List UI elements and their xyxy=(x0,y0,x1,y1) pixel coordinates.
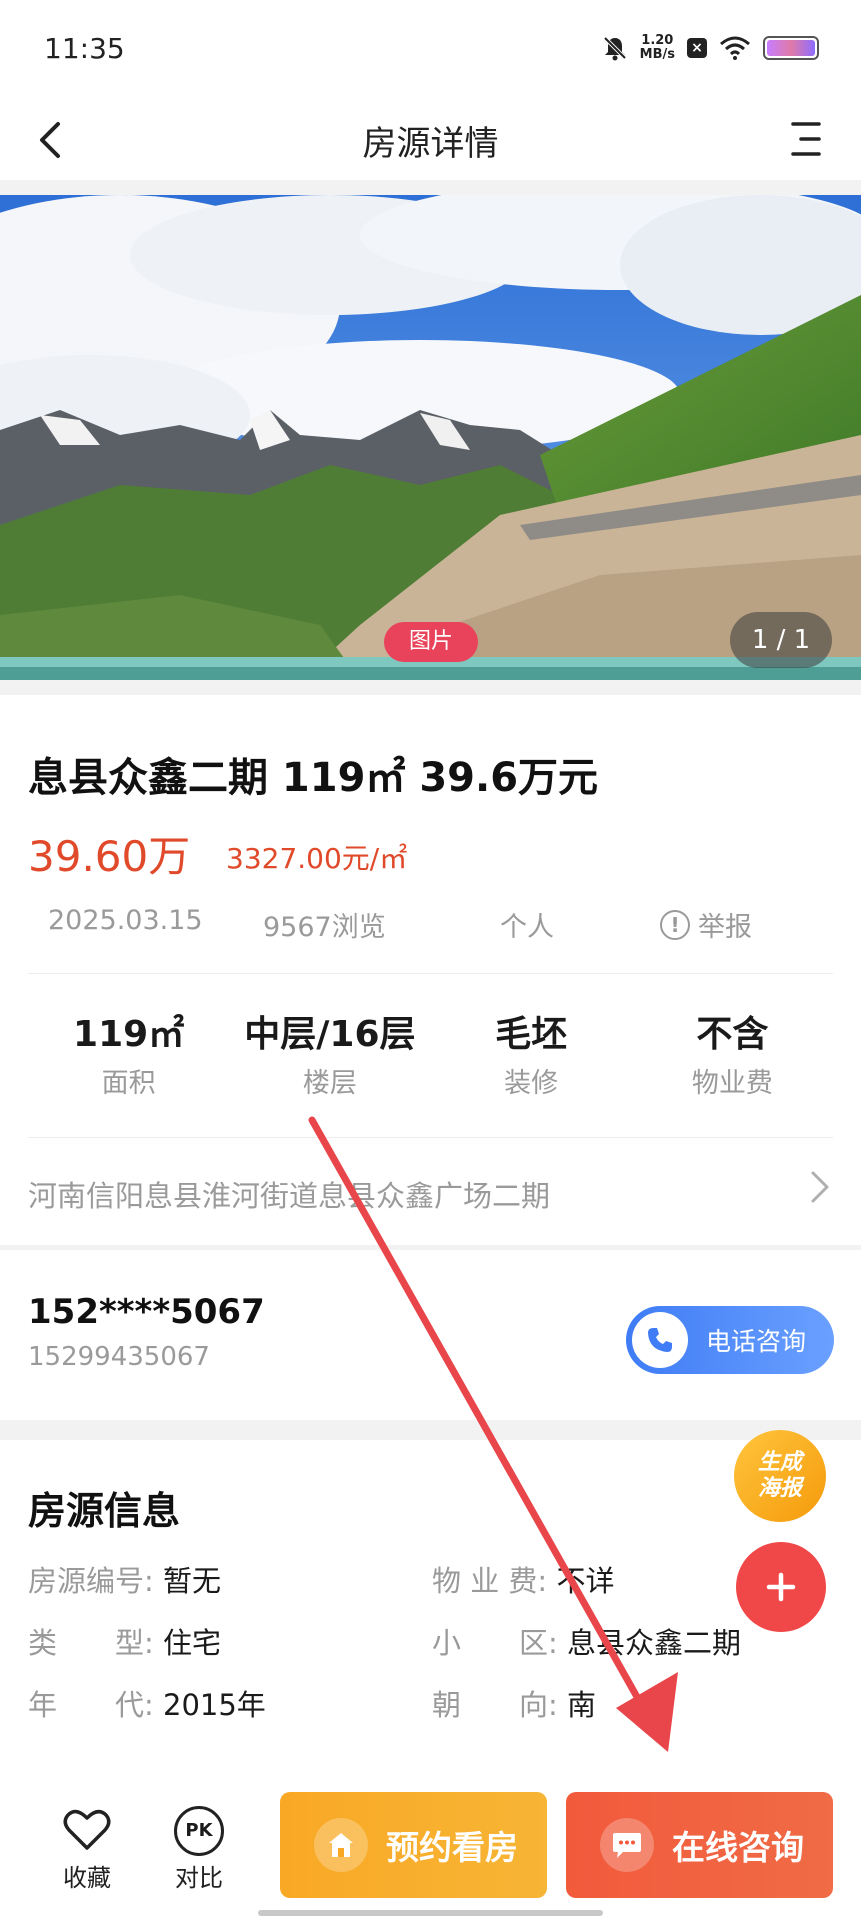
sim-off-icon: × xyxy=(687,38,707,58)
info-value: 暂无 xyxy=(163,1564,222,1598)
info-key: 房源编号: xyxy=(28,1564,154,1598)
spec-label: 楼层 xyxy=(302,1068,357,1099)
generate-poster-button[interactable]: 生成 海报 xyxy=(734,1430,826,1522)
contact-card: 152****5067 15299435067 电话咨询 xyxy=(0,1250,861,1420)
spec-area: 119㎡ 面积 xyxy=(28,1005,229,1105)
poster-label-line1: 生成 xyxy=(757,1450,802,1475)
unit-price: 3327.00元/㎡ xyxy=(226,842,408,875)
view-count: 9567浏览 xyxy=(263,912,386,943)
post-date: 2025.03.15 xyxy=(48,905,203,936)
report-label: 举报 xyxy=(698,912,752,943)
spec-row: 119㎡ 面积 中层/16层 楼层 毛坯 装修 不含 物业费 xyxy=(28,1005,833,1105)
compare-button[interactable]: PK 对比 xyxy=(164,1806,234,1893)
status-icons: 1.20 MB/s × xyxy=(602,34,819,62)
network-speed-value: 1.20 xyxy=(641,33,674,48)
chat-bubble-icon xyxy=(600,1818,654,1872)
info-key: 类 型: xyxy=(28,1626,154,1660)
battery-icon xyxy=(763,36,819,60)
info-key: 年 代: xyxy=(28,1688,154,1722)
status-time: 11:35 xyxy=(44,32,125,65)
favorite-button[interactable]: 收藏 xyxy=(52,1806,122,1893)
divider xyxy=(28,1137,833,1138)
page-title: 房源详情 xyxy=(362,124,499,164)
spec-label: 物业费 xyxy=(691,1068,773,1099)
online-consult-label: 在线咨询 xyxy=(672,1828,804,1867)
owner-type: 个人 xyxy=(500,912,554,943)
mountain-landscape-image xyxy=(0,195,861,680)
mute-bell-icon xyxy=(603,36,627,61)
property-info-card: 房源信息 房源编号: 暂无 物 业 费: 不详 类 型: 住宅 小 区: 息县众… xyxy=(0,1440,861,1780)
info-value: 南 xyxy=(567,1688,597,1722)
listing-summary-card: 息县众鑫二期 119㎡ 39.6万元 39.60万 3327.00元/㎡ 202… xyxy=(0,695,861,1245)
info-key: 小 区: xyxy=(432,1626,558,1660)
bottom-action-bar: 收藏 PK 对比 预约看房 在线咨询 xyxy=(0,1780,861,1920)
wifi-icon xyxy=(720,36,750,60)
info-item: 年 代: 2015年 xyxy=(28,1682,266,1724)
compare-label: 对比 xyxy=(175,1864,223,1892)
online-consult-button[interactable]: 在线咨询 xyxy=(566,1792,833,1898)
spec-label: 装修 xyxy=(504,1068,559,1099)
chevron-right-icon[interactable] xyxy=(805,1165,835,1209)
listing-meta: 2025.03.15 9567浏览 个人 ! 举报 xyxy=(28,905,833,961)
favorite-label: 收藏 xyxy=(63,1864,111,1892)
info-item: 朝 向: 南 xyxy=(432,1682,596,1724)
info-key: 朝 向: xyxy=(432,1688,558,1722)
spec-value: 119㎡ xyxy=(73,1014,185,1055)
info-value: 住宅 xyxy=(163,1626,222,1660)
spec-floor: 中层/16层 楼层 xyxy=(229,1005,430,1105)
info-item: 物 业 费: 不详 xyxy=(432,1558,614,1600)
divider xyxy=(28,973,833,974)
call-button-label: 电话咨询 xyxy=(706,1327,807,1356)
book-viewing-label: 预约看房 xyxy=(386,1828,518,1867)
call-button[interactable]: 电话咨询 xyxy=(626,1306,834,1374)
info-value: 不详 xyxy=(556,1564,615,1598)
section-title: 房源信息 xyxy=(28,1489,181,1533)
spec-decoration: 毛坯 装修 xyxy=(431,1005,632,1105)
info-key: 物 业 费: xyxy=(432,1564,548,1598)
total-price: 39.60万 xyxy=(28,832,191,881)
status-bar: 11:35 1.20 MB/s × xyxy=(0,0,861,100)
property-photo[interactable] xyxy=(0,195,861,680)
spec-value: 毛坯 xyxy=(495,1014,568,1055)
report-button[interactable]: ! 举报 xyxy=(660,905,752,944)
spec-property-fee: 不含 物业费 xyxy=(632,1005,833,1105)
listing-title: 息县众鑫二期 119㎡ 39.6万元 xyxy=(28,755,599,801)
full-phone[interactable]: 15299435067 xyxy=(28,1342,210,1372)
add-button[interactable] xyxy=(736,1542,826,1632)
spec-value: 不含 xyxy=(696,1014,769,1055)
info-item: 小 区: 息县众鑫二期 xyxy=(432,1620,741,1662)
poster-label-line2: 海报 xyxy=(757,1476,802,1501)
info-item: 房源编号: 暂无 xyxy=(28,1558,221,1600)
masked-phone: 152****5067 xyxy=(28,1292,265,1332)
home-indicator xyxy=(258,1910,603,1916)
menu-icon[interactable] xyxy=(777,110,837,170)
report-icon: ! xyxy=(660,909,690,940)
heart-icon xyxy=(63,1809,111,1850)
photo-counter: 1 / 1 xyxy=(730,612,832,668)
spec-value: 中层/16层 xyxy=(244,1014,416,1055)
plus-icon xyxy=(766,1572,796,1602)
info-item: 类 型: 住宅 xyxy=(28,1620,221,1662)
book-viewing-button[interactable]: 预约看房 xyxy=(280,1792,547,1898)
info-value: 2015年 xyxy=(163,1688,266,1722)
spec-label: 面积 xyxy=(101,1068,156,1099)
top-nav-bar: 房源详情 xyxy=(0,100,861,180)
network-speed-unit: MB/s xyxy=(639,47,675,62)
home-icon xyxy=(314,1818,368,1872)
pk-icon: PK xyxy=(174,1806,224,1856)
address-link[interactable]: 河南信阳息县淮河街道息县众鑫广场二期 xyxy=(28,1173,550,1215)
photo-type-tag[interactable]: 图片 xyxy=(384,622,478,662)
phone-icon xyxy=(632,1312,688,1368)
network-speed: 1.20 MB/s xyxy=(640,34,675,62)
info-value: 息县众鑫二期 xyxy=(567,1626,742,1660)
